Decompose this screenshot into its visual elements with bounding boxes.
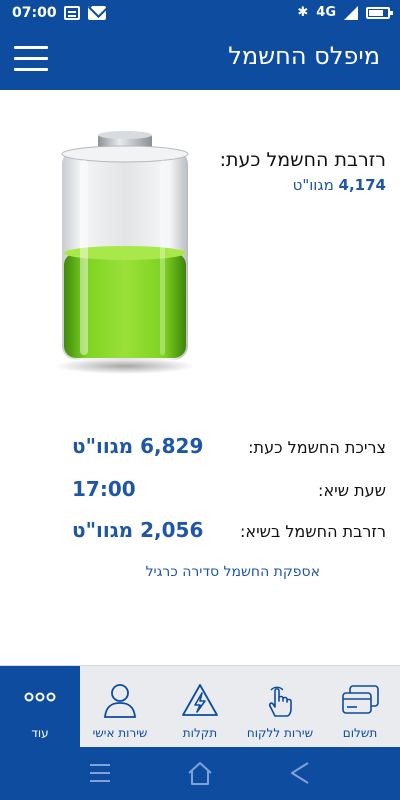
status-bar: 07:00 ✱ 4G xyxy=(0,0,400,28)
back-icon[interactable] xyxy=(284,759,316,787)
bottom-nav: עוד שירות אישי תקלות שירות ללקוח תשלום xyxy=(0,665,400,748)
network-type: 4G xyxy=(316,5,336,20)
info-value: 17:00 xyxy=(72,477,136,501)
reserve-unit: מגוו"ט xyxy=(292,176,334,194)
nav-item-faults[interactable]: תקלות xyxy=(160,666,240,748)
reserve-value-line: 4,174 מגוו"ט xyxy=(216,176,386,194)
reserve-value: 4,174 xyxy=(338,176,386,194)
info-label: צריכת החשמל כעת: xyxy=(248,438,386,457)
home-icon[interactable] xyxy=(184,759,216,787)
current-consumption-row: צריכת החשמל כעת: 6,829 מגוו"ט xyxy=(0,434,400,464)
reserve-title: רזרבת החשמל כעת: xyxy=(219,149,386,171)
info-value: 6,829 מגוו"ט xyxy=(72,434,204,458)
supply-status-link[interactable]: אספקת החשמל סדירה כרגיל xyxy=(146,564,320,580)
nav-label: שירות אישי xyxy=(92,726,148,740)
mail-icon xyxy=(88,6,106,20)
signal-icon xyxy=(344,5,358,20)
page-title: מיפלס החשמל xyxy=(228,42,380,70)
lightning-warning-icon xyxy=(182,684,218,716)
status-right-icons: ✱ 4G xyxy=(297,5,393,20)
peak-reserve-row: רזרבת החשמל בשיא: 2,056 מגוו"ט xyxy=(0,518,400,548)
bluetooth-icon: ✱ xyxy=(297,5,309,20)
nav-label: תשלום xyxy=(342,726,378,740)
more-dots-icon xyxy=(24,692,56,702)
touch-hand-icon xyxy=(268,686,292,717)
hamburger-menu-icon[interactable] xyxy=(14,42,50,76)
nav-item-personal-service[interactable]: שירות אישי xyxy=(80,666,160,748)
notification-icons xyxy=(64,6,106,20)
nav-item-customer-service[interactable]: שירות ללקוח xyxy=(240,666,320,748)
peak-hour-row: שעת שיא: 17:00 xyxy=(0,477,400,507)
payment-cards-icon xyxy=(342,685,379,714)
current-reserve: רזרבת החשמל כעת: 4,174 מגוו"ט xyxy=(216,148,386,194)
nav-label: שירות ללקוח xyxy=(246,726,314,740)
status-time: 07:00 xyxy=(12,5,57,21)
info-label: שעת שיא: xyxy=(318,481,386,500)
system-nav xyxy=(0,747,400,800)
info-label: רזרבת החשמל בשיא: xyxy=(240,522,386,541)
app-header: מיפלס החשמל xyxy=(0,28,400,90)
message-icon xyxy=(64,6,80,20)
nav-item-payment[interactable]: תשלום xyxy=(320,666,400,748)
person-icon xyxy=(104,684,136,718)
main-content: רזרבת החשמל כעת: 4,174 מגוו"ט צריכת החשמ… xyxy=(0,90,400,665)
battery-level-icon xyxy=(50,130,200,375)
battery-icon xyxy=(366,6,393,19)
nav-label: עוד xyxy=(31,726,49,740)
info-value: 2,056 מגוו"ט xyxy=(72,518,204,542)
recent-apps-icon[interactable] xyxy=(84,759,116,787)
nav-label: תקלות xyxy=(182,726,218,740)
nav-item-more[interactable]: עוד xyxy=(0,666,80,748)
